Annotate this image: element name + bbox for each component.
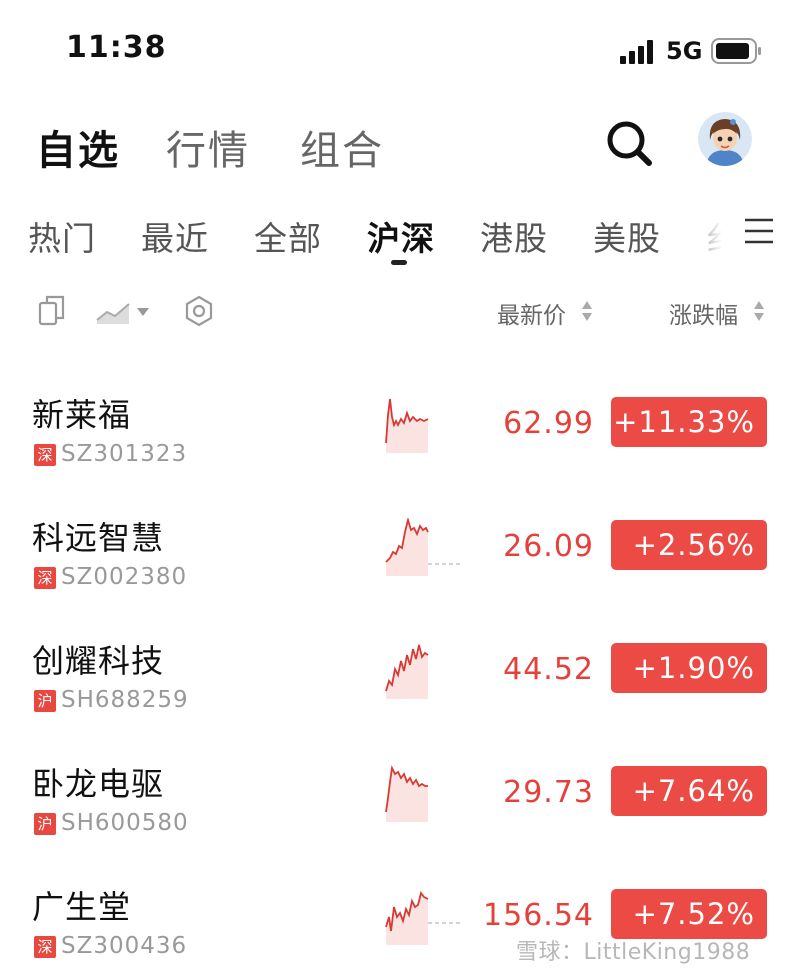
stock-name: 卧龙电驱	[32, 765, 165, 803]
signal-icon	[620, 40, 653, 64]
network-label: 5G	[666, 37, 703, 65]
list-item[interactable]: 卧龙电驱 沪 SH600580 29.73 +7.64%	[0, 739, 800, 861]
change-badge[interactable]: +11.33%	[611, 397, 767, 447]
change-badge[interactable]: +2.56%	[611, 520, 767, 570]
change-badge[interactable]: +7.64%	[611, 766, 767, 816]
stock-name: 新莱福	[32, 396, 132, 434]
tab-all[interactable]: 全部	[254, 212, 322, 260]
tab-recent[interactable]: 最近	[141, 212, 209, 260]
stock-code: SH688259	[61, 687, 189, 713]
sort-icon[interactable]	[581, 299, 593, 323]
chart-toggle-icon[interactable]	[95, 298, 153, 326]
menu-icon[interactable]	[744, 216, 774, 246]
stock-code: SH600580	[61, 810, 189, 836]
list-item[interactable]: 创耀科技 沪 SH688259 44.52 +1.90%	[0, 616, 800, 738]
stock-code: SZ300436	[61, 933, 188, 959]
stock-price: 26.09	[503, 529, 594, 564]
tabs-fade-edge	[680, 205, 740, 260]
stock-code: SZ301323	[61, 441, 188, 467]
stock-code: SZ002380	[61, 564, 188, 590]
tab-watchlist[interactable]: 自选	[36, 118, 120, 176]
stock-name: 广生堂	[32, 888, 132, 926]
stock-price: 44.52	[503, 652, 594, 687]
avatar[interactable]	[698, 112, 752, 166]
change-badge[interactable]: +7.52%	[611, 889, 767, 939]
column-price[interactable]: 最新价	[497, 296, 566, 330]
market-badge: 深	[34, 444, 56, 466]
stock-name: 科远智慧	[32, 519, 165, 557]
tab-us[interactable]: 美股	[593, 212, 661, 260]
watermark: 雪球：LittleKing1988	[516, 940, 751, 965]
sparkline-chart	[385, 398, 429, 453]
stock-price: 62.99	[503, 406, 594, 441]
sparkline-chart	[385, 644, 429, 699]
list-item[interactable]: 科远智慧 深 SZ002380 26.09 +2.56%	[0, 493, 800, 615]
market-badge: 深	[34, 936, 56, 958]
sparkline-chart	[385, 765, 428, 822]
list-item[interactable]: 新莱福 深 SZ301323 62.99 +11.33%	[0, 370, 800, 492]
market-badge: 深	[34, 567, 56, 589]
tab-hong-kong[interactable]: 港股	[480, 212, 548, 260]
stock-price: 156.54	[483, 898, 594, 933]
copy-icon[interactable]	[38, 294, 68, 326]
status-bar: 11:38 5G	[0, 0, 800, 100]
settings-icon[interactable]	[183, 295, 215, 327]
stock-price: 29.73	[503, 775, 594, 810]
tab-hot[interactable]: 热门	[28, 212, 96, 260]
tab-shanghai-shenzhen[interactable]: 沪深	[367, 212, 435, 260]
market-badge: 沪	[34, 690, 56, 712]
tab-portfolio[interactable]: 组合	[300, 118, 384, 176]
column-change[interactable]: 涨跌幅	[669, 296, 738, 330]
active-tab-indicator	[391, 260, 407, 265]
change-badge[interactable]: +1.90%	[611, 643, 767, 693]
stock-name: 创耀科技	[32, 642, 165, 680]
sparkline-chart	[385, 890, 462, 945]
market-badge: 沪	[34, 813, 56, 835]
battery-icon	[711, 38, 761, 64]
sparkline-chart	[385, 518, 462, 576]
status-time: 11:38	[66, 30, 167, 65]
search-icon[interactable]	[606, 120, 652, 166]
tab-market[interactable]: 行情	[166, 118, 250, 176]
sort-icon[interactable]	[753, 299, 765, 323]
